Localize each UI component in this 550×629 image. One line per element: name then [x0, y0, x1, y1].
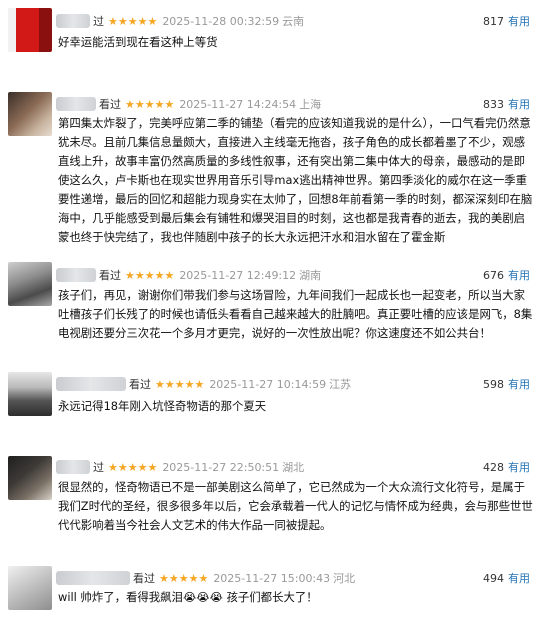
avatar[interactable]: [8, 372, 52, 416]
useful-button[interactable]: 有用: [508, 267, 530, 283]
comment-text: 孩子们，再见，谢谢你们带我们参与这场冒险，九年间我们一起成长也一起变老，所以当大…: [58, 288, 533, 340]
comment-location: 上海: [299, 98, 322, 111]
vote-count: 598: [483, 377, 504, 391]
comment-text: 永远记得18年刚入坑怪奇物语的那个夏天: [58, 399, 267, 413]
rating-stars: ★★★★★: [125, 97, 175, 111]
watch-status: 看过: [99, 269, 121, 282]
username-blurred[interactable]: [56, 14, 90, 28]
vote-area: 833 有用: [483, 95, 530, 113]
vote-area: 428 有用: [483, 458, 530, 476]
comment-location: 湖北: [282, 461, 305, 474]
useful-button[interactable]: 有用: [508, 96, 530, 112]
avatar[interactable]: [8, 8, 52, 52]
comment-time: 2025-11-27 12:49:12: [179, 268, 297, 282]
comment-item: 看过 ★★★★★ 2025-11-27 10:14:59 江苏 598 有用 永…: [0, 372, 550, 422]
rating-stars: ★★★★★: [125, 268, 175, 282]
comment-meta: 看过 ★★★★★ 2025-11-27 10:14:59 江苏: [56, 375, 351, 393]
rating-stars: ★★★★★: [159, 571, 209, 585]
avatar[interactable]: [8, 566, 52, 610]
comment-item: 过 ★★★★★ 2025-11-28 00:32:59 云南 817 有用 好幸…: [0, 8, 550, 60]
rating-stars: ★★★★★: [108, 460, 158, 474]
watch-status: 过: [93, 461, 104, 474]
comment-location: 云南: [282, 15, 305, 28]
comment-meta: 看过 ★★★★★ 2025-11-27 14:24:54 上海: [56, 95, 321, 113]
vote-count: 676: [483, 268, 504, 282]
vote-count: 494: [483, 571, 504, 585]
comment-time: 2025-11-28 00:32:59: [162, 14, 280, 28]
comment-item: 过 ★★★★★ 2025-11-27 22:50:51 湖北 428 有用 很显…: [0, 456, 550, 536]
comment-item: 看过 ★★★★★ 2025-11-27 14:24:54 上海 833 有用 第…: [0, 92, 550, 252]
useful-button[interactable]: 有用: [508, 570, 530, 586]
comment-meta: 过 ★★★★★ 2025-11-27 22:50:51 湖北: [56, 458, 304, 476]
watch-status: 看过: [99, 98, 121, 111]
useful-button[interactable]: 有用: [508, 13, 530, 29]
vote-area: 676 有用: [483, 266, 530, 284]
comment-meta: 看过 ★★★★★ 2025-11-27 12:49:12 湖南: [56, 266, 321, 284]
comment-item: 看过 ★★★★★ 2025-11-27 15:00:43 河北 494 有用 w…: [0, 566, 550, 616]
vote-count: 833: [483, 97, 504, 111]
comment-text-part: 孩子们都长大了！: [222, 590, 318, 604]
watch-status: 过: [93, 15, 104, 28]
comment-text: will 帅炸了，看得我飙泪😭😭😭 孩子们都长大了！: [58, 588, 536, 607]
useful-button[interactable]: 有用: [508, 459, 530, 475]
username-blurred[interactable]: [56, 571, 130, 585]
avatar[interactable]: [8, 456, 52, 500]
comment-text: 好幸运能活到现在看这种上等货: [58, 35, 218, 49]
username-blurred[interactable]: [56, 268, 96, 282]
watch-status: 看过: [133, 572, 155, 585]
vote-count: 817: [483, 14, 504, 28]
comment-text-part: will 帅炸了，看得我飙泪: [58, 590, 183, 604]
comment-item: 看过 ★★★★★ 2025-11-27 12:49:12 湖南 676 有用 孩…: [0, 262, 550, 342]
comment-text: 第四集太炸裂了，完美呼应第二季的铺垫（看完的应该知道我说的是什么），一口气看完仍…: [58, 116, 533, 244]
crying-emoji-icon: 😭😭😭: [182, 590, 223, 604]
comment-time: 2025-11-27 15:00:43: [213, 571, 331, 585]
rating-stars: ★★★★★: [108, 14, 158, 28]
vote-area: 494 有用: [483, 569, 530, 587]
comment-meta: 过 ★★★★★ 2025-11-28 00:32:59 云南: [56, 12, 304, 30]
comment-text: 很显然的，怪奇物语已不是一部美剧这么简单了，它已然成为一个大众流行文化符号，是属…: [58, 480, 533, 532]
username-blurred[interactable]: [56, 97, 96, 111]
comment-location: 江苏: [329, 378, 352, 391]
username-blurred[interactable]: [56, 377, 126, 391]
comment-location: 河北: [333, 572, 356, 585]
vote-area: 598 有用: [483, 375, 530, 393]
useful-button[interactable]: 有用: [508, 376, 530, 392]
comment-time: 2025-11-27 10:14:59: [209, 377, 327, 391]
rating-stars: ★★★★★: [155, 377, 205, 391]
comment-location: 湖南: [299, 269, 322, 282]
vote-count: 428: [483, 460, 504, 474]
comment-meta: 看过 ★★★★★ 2025-11-27 15:00:43 河北: [56, 569, 355, 587]
comment-time: 2025-11-27 22:50:51: [162, 460, 280, 474]
avatar[interactable]: [8, 262, 52, 306]
username-blurred[interactable]: [56, 460, 90, 474]
watch-status: 看过: [129, 378, 151, 391]
avatar[interactable]: [8, 92, 52, 136]
vote-area: 817 有用: [483, 12, 530, 30]
comment-time: 2025-11-27 14:24:54: [179, 97, 297, 111]
